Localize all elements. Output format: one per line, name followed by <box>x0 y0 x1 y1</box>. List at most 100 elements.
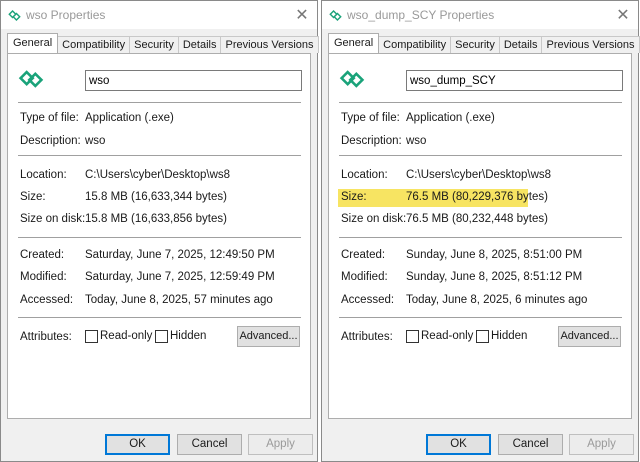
app-icon <box>8 9 21 22</box>
tab-general[interactable]: General <box>328 33 380 53</box>
description-label: Description: <box>341 135 402 147</box>
created-value: Saturday, June 7, 2025, 12:49:50 PM <box>85 249 275 261</box>
ok-button[interactable]: OK <box>105 434 170 455</box>
type-of-file-value: Application (.exe) <box>406 112 495 124</box>
size-on-disk-label: Size on disk: <box>341 213 407 225</box>
accessed-row: Accessed: Today, June 8, 2025, 6 minutes… <box>329 292 633 310</box>
size-on-disk-value: 76.5 MB (80,232,448 bytes) <box>406 213 548 225</box>
description-label: Description: <box>20 135 81 147</box>
file-name-input[interactable] <box>85 70 302 91</box>
tab-strip: General Compatibility Security Details P… <box>328 33 640 53</box>
location-row: Location: C:\Users\cyber\Desktop\ws8 <box>8 167 312 185</box>
description-row: Description: wso <box>329 133 633 151</box>
read-only-checkbox[interactable] <box>85 330 98 343</box>
general-panel: Type of file: Application (.exe) Descrip… <box>328 53 632 419</box>
divider <box>18 102 301 103</box>
ok-button[interactable]: OK <box>426 434 491 455</box>
size-value: 15.8 MB (16,633,344 bytes) <box>85 191 227 203</box>
accessed-row: Accessed: Today, June 8, 2025, 57 minute… <box>8 292 312 310</box>
type-of-file-row: Type of file: Application (.exe) <box>329 110 633 128</box>
location-label: Location: <box>20 169 67 181</box>
accessed-value: Today, June 8, 2025, 57 minutes ago <box>85 294 273 306</box>
read-only-checkbox[interactable] <box>406 330 419 343</box>
tab-security[interactable]: Security <box>129 36 179 53</box>
close-icon: ✕ <box>295 7 309 24</box>
tab-details[interactable]: Details <box>177 36 222 53</box>
file-name-input[interactable] <box>406 70 623 91</box>
divider <box>339 237 622 238</box>
created-row: Created: Saturday, June 7, 2025, 12:49:5… <box>8 247 312 265</box>
window-title: wso Properties <box>26 8 106 22</box>
location-value: C:\Users\cyber\Desktop\ws8 <box>406 169 552 181</box>
hidden-checkbox[interactable] <box>476 330 489 343</box>
description-value: wso <box>85 135 106 147</box>
size-on-disk-row: Size on disk: 15.8 MB (16,633,856 bytes) <box>8 211 312 229</box>
size-on-disk-value: 15.8 MB (16,633,856 bytes) <box>85 213 227 225</box>
attributes-label: Attributes: <box>341 331 393 343</box>
tab-security[interactable]: Security <box>450 36 500 53</box>
size-label: Size: <box>20 191 46 203</box>
close-button[interactable]: ✕ <box>608 1 638 29</box>
tab-strip: General Compatibility Security Details P… <box>7 33 319 53</box>
size-on-disk-row: Size on disk: 76.5 MB (80,232,448 bytes) <box>329 211 633 229</box>
advanced-button[interactable]: Advanced... <box>558 326 621 347</box>
window-title: wso_dump_SCY Properties <box>347 8 495 22</box>
modified-label: Modified: <box>20 271 67 283</box>
modified-value: Sunday, June 8, 2025, 8:51:12 PM <box>406 271 583 283</box>
modified-row: Modified: Saturday, June 7, 2025, 12:59:… <box>8 269 312 287</box>
size-on-disk-label: Size on disk: <box>20 213 86 225</box>
modified-label: Modified: <box>341 271 388 283</box>
properties-dialog-wso-dump-scy: wso_dump_SCY Properties ✕ General Compat… <box>321 0 640 462</box>
accessed-label: Accessed: <box>341 294 395 306</box>
created-value: Sunday, June 8, 2025, 8:51:00 PM <box>406 249 583 261</box>
accessed-value: Today, June 8, 2025, 6 minutes ago <box>406 294 588 306</box>
general-panel: Type of file: Application (.exe) Descrip… <box>7 53 311 419</box>
cancel-button[interactable]: Cancel <box>177 434 242 455</box>
tab-previous-versions[interactable]: Previous Versions <box>541 36 640 53</box>
hidden-label[interactable]: Hidden <box>491 330 527 342</box>
close-button[interactable]: ✕ <box>287 1 317 29</box>
apply-button[interactable]: Apply <box>248 434 313 455</box>
size-label: Size: <box>341 191 367 203</box>
type-of-file-label: Type of file: <box>341 112 400 124</box>
read-only-label[interactable]: Read-only <box>421 330 473 342</box>
hidden-checkbox[interactable] <box>155 330 168 343</box>
tab-compatibility[interactable]: Compatibility <box>378 36 452 53</box>
divider <box>18 155 301 156</box>
divider <box>339 102 622 103</box>
location-label: Location: <box>341 169 388 181</box>
attributes-label: Attributes: <box>20 331 72 343</box>
created-label: Created: <box>20 249 65 261</box>
type-of-file-row: Type of file: Application (.exe) <box>8 110 312 128</box>
location-row: Location: C:\Users\cyber\Desktop\ws8 <box>329 167 633 185</box>
accessed-label: Accessed: <box>20 294 74 306</box>
hidden-label[interactable]: Hidden <box>170 330 206 342</box>
tab-compatibility[interactable]: Compatibility <box>57 36 131 53</box>
created-label: Created: <box>341 249 386 261</box>
read-only-label[interactable]: Read-only <box>100 330 152 342</box>
modified-row: Modified: Sunday, June 8, 2025, 8:51:12 … <box>329 269 633 287</box>
created-row: Created: Sunday, June 8, 2025, 8:51:00 P… <box>329 247 633 265</box>
type-of-file-label: Type of file: <box>20 112 79 124</box>
divider <box>339 155 622 156</box>
tab-details[interactable]: Details <box>498 36 543 53</box>
title-bar[interactable]: wso_dump_SCY Properties ✕ <box>322 1 638 29</box>
app-icon <box>339 70 365 88</box>
location-value: C:\Users\cyber\Desktop\ws8 <box>85 169 231 181</box>
app-icon <box>18 70 44 88</box>
tab-previous-versions[interactable]: Previous Versions <box>220 36 319 53</box>
app-icon <box>329 9 342 22</box>
description-value: wso <box>406 135 427 147</box>
properties-dialog-wso: wso Properties ✕ General Compatibility S… <box>0 0 319 462</box>
size-row: Size: 15.8 MB (16,633,344 bytes) <box>8 189 312 207</box>
title-bar[interactable]: wso Properties ✕ <box>1 1 317 29</box>
advanced-button[interactable]: Advanced... <box>237 326 300 347</box>
divider <box>18 317 301 318</box>
modified-value: Saturday, June 7, 2025, 12:59:49 PM <box>85 271 275 283</box>
cancel-button[interactable]: Cancel <box>498 434 563 455</box>
apply-button[interactable]: Apply <box>569 434 634 455</box>
tab-general[interactable]: General <box>7 33 59 53</box>
close-icon: ✕ <box>616 7 630 24</box>
size-value: 76.5 MB (80,229,376 bytes) <box>406 191 548 203</box>
size-row: Size: 76.5 MB (80,229,376 bytes) <box>329 189 633 207</box>
